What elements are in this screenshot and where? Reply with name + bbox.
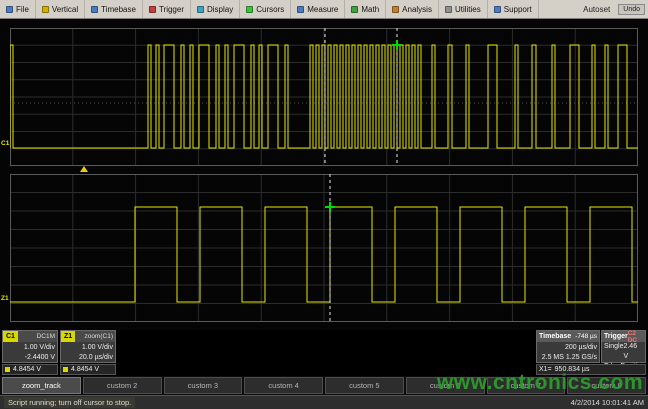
- timebase-offset: -748 µs: [575, 333, 597, 340]
- menu-cursors-label: Cursors: [256, 5, 284, 14]
- c1-descriptor-body: 1.00 V/div -2.4400 V: [3, 342, 57, 364]
- trigger-level: 2.46 V: [623, 342, 643, 362]
- menu-support-label: Support: [504, 5, 532, 14]
- watermark-text: www.cntronics.com: [437, 371, 643, 395]
- menu-analysis-label: Analysis: [402, 5, 432, 14]
- trigger-icon: [149, 6, 156, 13]
- trigger-mode: Single: [604, 342, 623, 362]
- timebase-sample-rate: 2.5 MS 1.25 GS/s: [539, 353, 597, 363]
- timebase-header: Timebase -748 µs: [537, 331, 599, 342]
- acquisition-grid[interactable]: [10, 28, 638, 166]
- c1-descriptor-header: C1 DC1M: [3, 331, 57, 342]
- c1-trace-color-icon: [5, 367, 10, 372]
- menu-bar: File Vertical Timebase Trigger Display C…: [0, 0, 648, 19]
- trigger-header: Trigger C2 DC: [602, 331, 645, 342]
- z1-cursor-value: 4.8454 V: [60, 364, 116, 375]
- menu-cursors[interactable]: Cursors: [240, 0, 291, 18]
- menu-vertical-label: Vertical: [52, 5, 78, 14]
- menu-trigger-label: Trigger: [159, 5, 184, 14]
- waveform-display: C1 Z1: [0, 19, 648, 330]
- custom-2-button[interactable]: custom 2: [83, 377, 162, 394]
- menu-vertical[interactable]: Vertical: [36, 0, 85, 18]
- zoom-track-button[interactable]: zoom_track: [2, 377, 81, 394]
- menu-bar-right: Autoset Undo: [583, 4, 648, 15]
- menu-timebase[interactable]: Timebase: [85, 0, 143, 18]
- menu-file[interactable]: File: [0, 0, 36, 18]
- utilities-icon: [445, 6, 452, 13]
- z1-cursor-level: 4.8454 V: [71, 366, 99, 373]
- z1-trace-color-icon: [63, 367, 68, 372]
- menu-timebase-label: Timebase: [101, 5, 136, 14]
- support-icon: [494, 6, 501, 13]
- measure-icon: [297, 6, 304, 13]
- menu-measure-label: Measure: [307, 5, 338, 14]
- analysis-icon: [392, 6, 399, 13]
- timebase-icon: [91, 6, 98, 13]
- menu-display[interactable]: Display: [191, 0, 240, 18]
- c1-volts-div: 1.00 V/div: [5, 343, 55, 353]
- status-bar: Script running; turn off cursor to stop.…: [0, 395, 648, 409]
- timebase-descriptor[interactable]: Timebase -748 µs 200 µs/div 2.5 MS 1.25 …: [536, 330, 600, 363]
- z1-source: zoom(C1): [75, 331, 115, 342]
- menu-math-label: Math: [361, 5, 379, 14]
- menu-utilities-label: Utilities: [455, 5, 481, 14]
- z1-time-div: 20.0 µs/div: [63, 353, 113, 363]
- cursors-icon: [246, 6, 253, 13]
- menu-utilities[interactable]: Utilities: [439, 0, 488, 18]
- undo-button[interactable]: Undo: [618, 4, 645, 15]
- z1-trace-badge: Z1: [61, 331, 75, 342]
- c1-descriptor[interactable]: C1 DC1M 1.00 V/div -2.4400 V: [2, 330, 58, 363]
- zoom-grid[interactable]: [10, 174, 638, 322]
- z1-descriptor[interactable]: Z1 zoom(C1) 1.00 V/div 20.0 µs/div: [60, 330, 116, 363]
- custom-5-button[interactable]: custom 5: [325, 377, 404, 394]
- menu-analysis[interactable]: Analysis: [386, 0, 439, 18]
- display-icon: [197, 6, 204, 13]
- file-icon: [6, 6, 13, 13]
- status-message: Script running; turn off cursor to stop.: [4, 397, 135, 408]
- c1-cursor-level: 4.8454 V: [13, 366, 41, 373]
- oscilloscope-app: File Vertical Timebase Trigger Display C…: [0, 0, 648, 409]
- menu-file-label: File: [16, 5, 29, 14]
- menu-math[interactable]: Math: [345, 0, 386, 18]
- menu-measure[interactable]: Measure: [291, 0, 345, 18]
- math-icon: [351, 6, 358, 13]
- menu-trigger[interactable]: Trigger: [143, 0, 191, 18]
- trigger-descriptor[interactable]: Trigger C2 DC Single 2.46 V Edge Positiv…: [601, 330, 646, 363]
- timebase-body: 200 µs/div 2.5 MS 1.25 GS/s: [537, 342, 599, 364]
- trigger-mode-row: Single 2.46 V: [602, 342, 645, 362]
- descriptor-area: C1 DC1M 1.00 V/div -2.4400 V 4.8454 V Z1…: [0, 330, 648, 376]
- status-datetime: 4/2/2014 10:01:41 AM: [571, 398, 644, 407]
- c1-trace-label: C1: [1, 140, 9, 147]
- z1-descriptor-header: Z1 zoom(C1): [61, 331, 115, 342]
- timebase-title: Timebase: [539, 333, 571, 340]
- custom-3-button[interactable]: custom 3: [164, 377, 243, 394]
- z1-descriptor-body: 1.00 V/div 20.0 µs/div: [61, 342, 115, 364]
- menu-support[interactable]: Support: [488, 0, 539, 18]
- z1-volts-div: 1.00 V/div: [63, 343, 113, 353]
- timebase-scale: 200 µs/div: [539, 343, 597, 353]
- c1-cursor-value: 4.8454 V: [2, 364, 58, 375]
- custom-4-button[interactable]: custom 4: [244, 377, 323, 394]
- c1-channel-badge: C1: [3, 331, 18, 342]
- autoset-button[interactable]: Autoset: [583, 5, 610, 14]
- trigger-title: Trigger: [604, 333, 628, 340]
- c1-coupling: DC1M: [18, 331, 57, 342]
- vertical-icon: [42, 6, 49, 13]
- zoom-position-marker-icon: [80, 166, 88, 172]
- c1-offset: -2.4400 V: [5, 353, 55, 363]
- z1-trace-label: Z1: [1, 295, 9, 302]
- menu-display-label: Display: [207, 5, 233, 14]
